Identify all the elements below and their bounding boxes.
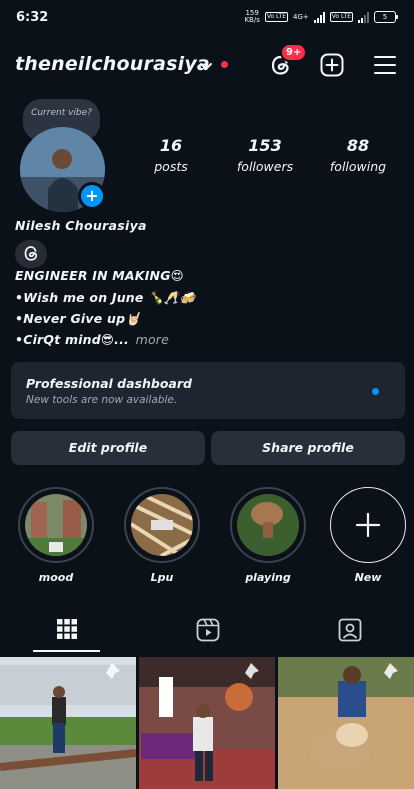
full-name: Nilesh Chourasiya xyxy=(15,218,147,233)
network-speed-unit: KB/s xyxy=(244,16,260,24)
share-profile-button[interactable]: Share profile xyxy=(211,431,405,465)
unread-dot xyxy=(221,61,228,68)
stat-posts-label: posts xyxy=(154,159,188,174)
grid-icon[interactable] xyxy=(56,618,78,644)
status-icons: 159 KB/s Vo LTE 4G+ Vo LTE 5 xyxy=(244,10,398,24)
highlight-cover-mood xyxy=(25,494,87,556)
post-thumbnail[interactable] xyxy=(0,657,136,789)
new-indicator-dot xyxy=(372,388,379,395)
network-type-label: 4G+ xyxy=(293,12,309,21)
stat-followers[interactable]: 153 followers xyxy=(232,136,298,174)
highlight-new[interactable]: New xyxy=(328,487,408,584)
dashboard-subtitle: New tools are now available. xyxy=(26,394,178,406)
stat-following-label: following xyxy=(329,159,387,174)
add-story-icon[interactable]: + xyxy=(78,182,106,210)
new-highlight-ring xyxy=(330,487,406,563)
post-thumbnail[interactable] xyxy=(278,657,414,789)
stat-following-value: 88 xyxy=(346,136,370,155)
menu-icon[interactable] xyxy=(374,55,396,75)
highlight-mood[interactable]: mood xyxy=(16,487,96,584)
volte-badge: Vo LTE xyxy=(264,12,289,22)
highlight-label: Lpu xyxy=(150,571,174,584)
highlight-label: playing xyxy=(245,571,291,584)
plus-icon xyxy=(355,512,381,538)
bio-line-1: ENGINEER IN MAKING😍 xyxy=(15,268,184,283)
network-type: 4G+ xyxy=(293,12,309,21)
bio-line-4-text: •CirQt mind😎... xyxy=(15,332,129,347)
stat-followers-value: 153 xyxy=(248,136,282,155)
highlight-playing[interactable]: playing xyxy=(228,487,308,584)
highlight-cover-playing xyxy=(237,494,299,556)
bio-more-link[interactable]: more xyxy=(136,332,169,347)
stat-posts[interactable]: 16 posts xyxy=(150,136,192,174)
active-tab-indicator xyxy=(33,650,100,652)
stat-following[interactable]: 88 following xyxy=(326,136,390,174)
highlight-label: New xyxy=(354,571,382,584)
status-time: 6:32 xyxy=(16,10,49,25)
notification-badge: 9+ xyxy=(280,43,308,62)
battery-icon: 5 xyxy=(374,11,398,23)
edit-profile-button[interactable]: Edit profile xyxy=(11,431,205,465)
signal-icon xyxy=(313,11,325,23)
network-speed: 159 KB/s xyxy=(244,10,259,24)
account-username[interactable]: theneilchourasiya xyxy=(15,53,210,75)
threads-badge[interactable] xyxy=(15,240,47,268)
highlight-lpu[interactable]: Lpu xyxy=(122,487,202,584)
highlight-cover-lpu xyxy=(131,494,193,556)
highlight-label: mood xyxy=(38,571,74,584)
reels-icon[interactable] xyxy=(196,618,220,646)
status-bar: 6:32 159 KB/s Vo LTE 4G+ Vo LTE 5 xyxy=(0,0,414,36)
profile-tabs xyxy=(0,610,414,654)
tagged-icon[interactable] xyxy=(338,618,362,646)
volte-badge-2: Vo LTE xyxy=(329,12,353,22)
professional-dashboard[interactable]: Professional dashboard New tools are now… xyxy=(11,362,405,419)
highlight-ring xyxy=(230,487,306,563)
stat-posts-value: 16 xyxy=(159,136,183,155)
stat-followers-label: followers xyxy=(236,159,294,174)
dashboard-title: Professional dashboard xyxy=(26,376,192,391)
highlight-ring xyxy=(124,487,200,563)
battery-level: 5 xyxy=(382,13,388,21)
bio-line-2: •Wish me on June 🍾🥂🍻 xyxy=(15,290,196,305)
signal-icon-2 xyxy=(358,11,369,23)
chevron-down-icon[interactable] xyxy=(199,57,213,76)
highlight-ring xyxy=(18,487,94,563)
bio-line-4: •CirQt mind😎... more xyxy=(15,332,169,347)
create-post-icon[interactable] xyxy=(320,53,344,77)
post-thumbnail[interactable] xyxy=(139,657,275,789)
bio-line-3: •Never Give up🤘🏻 xyxy=(15,311,142,326)
